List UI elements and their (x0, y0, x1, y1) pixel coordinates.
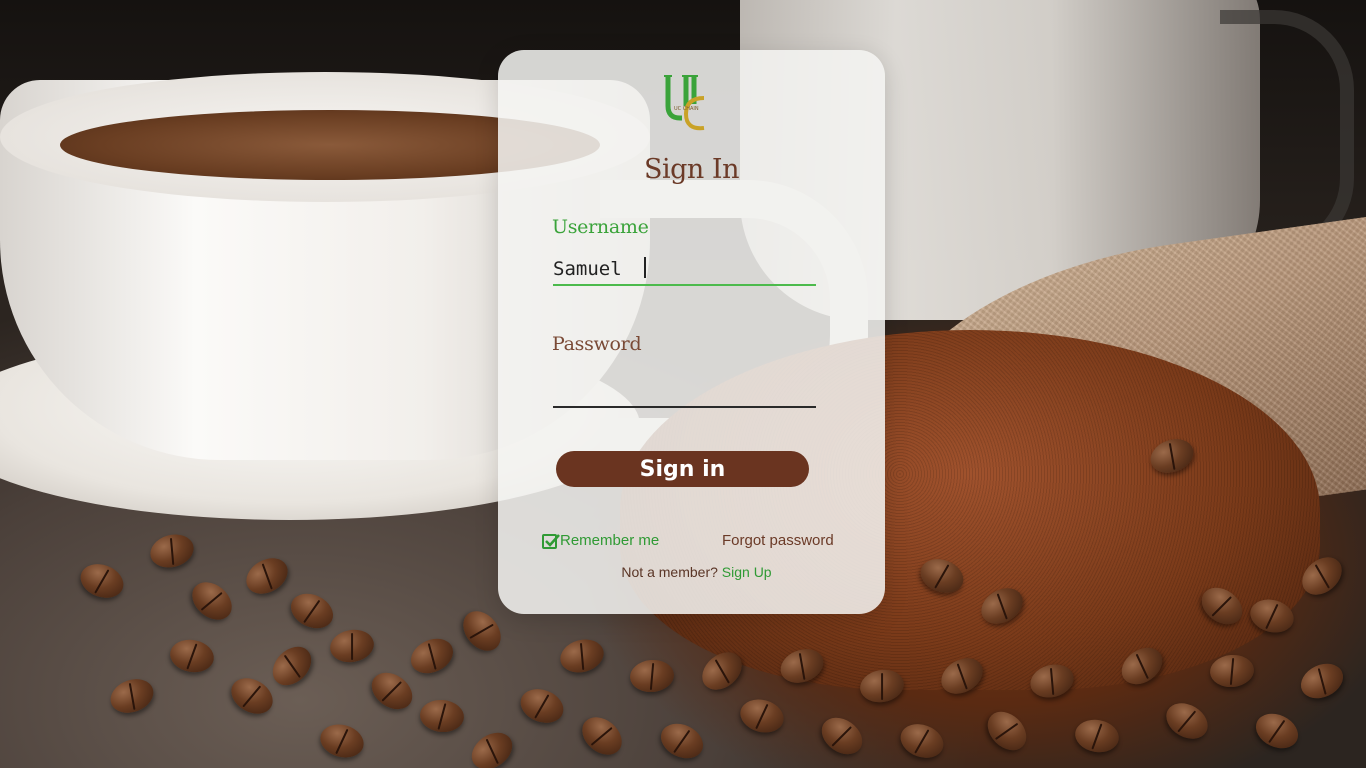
coffee-bean (224, 671, 280, 721)
sign-in-button[interactable]: Sign in (556, 451, 809, 487)
coffee-bean (327, 626, 377, 666)
coffee-bean (1295, 657, 1349, 705)
coffee-bean (1072, 716, 1122, 756)
username-label: Username (552, 216, 649, 238)
coffee-bean (75, 558, 129, 604)
coffee-bean (814, 710, 870, 762)
forgot-password-link[interactable]: Forgot password (722, 532, 834, 549)
password-input[interactable] (553, 376, 816, 408)
coffee-bean (556, 634, 608, 678)
svg-text:UC CHAIN: UC CHAIN (674, 106, 699, 112)
remember-me-label: Remember me (560, 532, 660, 549)
coffee-bean (105, 673, 159, 719)
coffee-bean (1250, 707, 1304, 755)
coffee-bean (455, 603, 509, 659)
coffee-bean (405, 632, 459, 680)
coffee-bean (184, 574, 240, 628)
coffee-bean (265, 639, 319, 693)
remember-me-checkbox[interactable]: Remember me (542, 532, 659, 549)
sign-up-link[interactable]: Sign Up (722, 564, 772, 580)
username-input[interactable] (553, 254, 816, 286)
coffee-bean (316, 719, 368, 763)
coffee-bean (980, 704, 1034, 758)
not-member-text: Not a member? (621, 564, 718, 580)
page-title: Sign In (644, 154, 739, 185)
checkbox-checked-icon[interactable] (542, 534, 560, 549)
password-label: Password (552, 333, 642, 355)
coffee-bean (1208, 653, 1256, 689)
uc-logo-icon: UC CHAIN (664, 75, 705, 131)
signup-prompt: Not a member? Sign Up (498, 564, 895, 580)
sign-in-card: UC CHAIN Sign In Username Password Sign … (498, 50, 885, 614)
coffee-bean (736, 694, 788, 738)
coffee-bean (285, 587, 339, 635)
coffee-bean (515, 683, 569, 729)
coffee-bean (655, 717, 709, 765)
coffee-bean (574, 709, 630, 763)
coffee-bean (364, 665, 420, 717)
coffee-bean (167, 636, 217, 676)
coffee-bean (239, 551, 295, 601)
coffee-bean (464, 725, 520, 768)
coffee-bean (1159, 696, 1215, 746)
text-caret (644, 257, 646, 278)
coffee-bean (418, 698, 466, 734)
coffee-bean (628, 658, 676, 694)
coffee-bean (146, 529, 198, 573)
coffee-bean (895, 718, 949, 764)
